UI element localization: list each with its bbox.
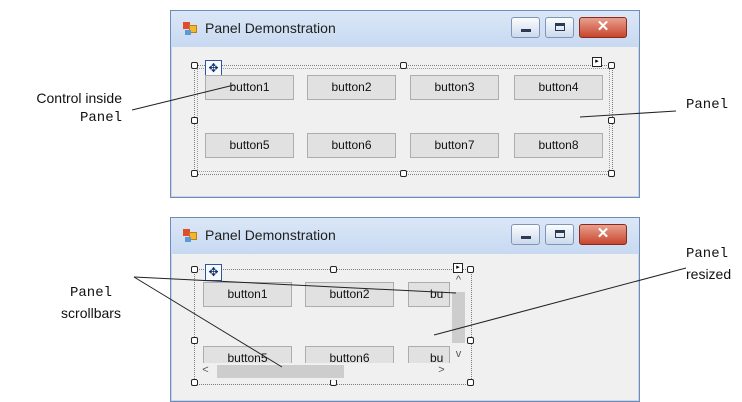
- annotation-code: Panel: [686, 246, 729, 262]
- annotation-code: Panel: [79, 110, 122, 126]
- callout-line-panel: [579, 110, 677, 118]
- annotation-text: scrollbars: [61, 305, 121, 321]
- annotation-panel-resized: Panel resized: [686, 244, 731, 284]
- callout-lines: [131, 84, 687, 368]
- callout-line-control: [131, 84, 235, 111]
- annotation-panel-scrollbars: Panel scrollbars: [50, 283, 132, 323]
- annotation-panel: Panel: [686, 97, 729, 113]
- annotation-text: resized: [686, 266, 732, 282]
- callout-line-resized: [433, 267, 687, 336]
- callout-line-scrollbar-h: [133, 276, 283, 368]
- annotation-text: Control inside: [36, 90, 122, 106]
- annotation-control-inside: Control inside Panel: [10, 88, 122, 128]
- callout-line-scrollbar-v: [133, 276, 457, 294]
- annotation-code: Panel: [69, 285, 112, 301]
